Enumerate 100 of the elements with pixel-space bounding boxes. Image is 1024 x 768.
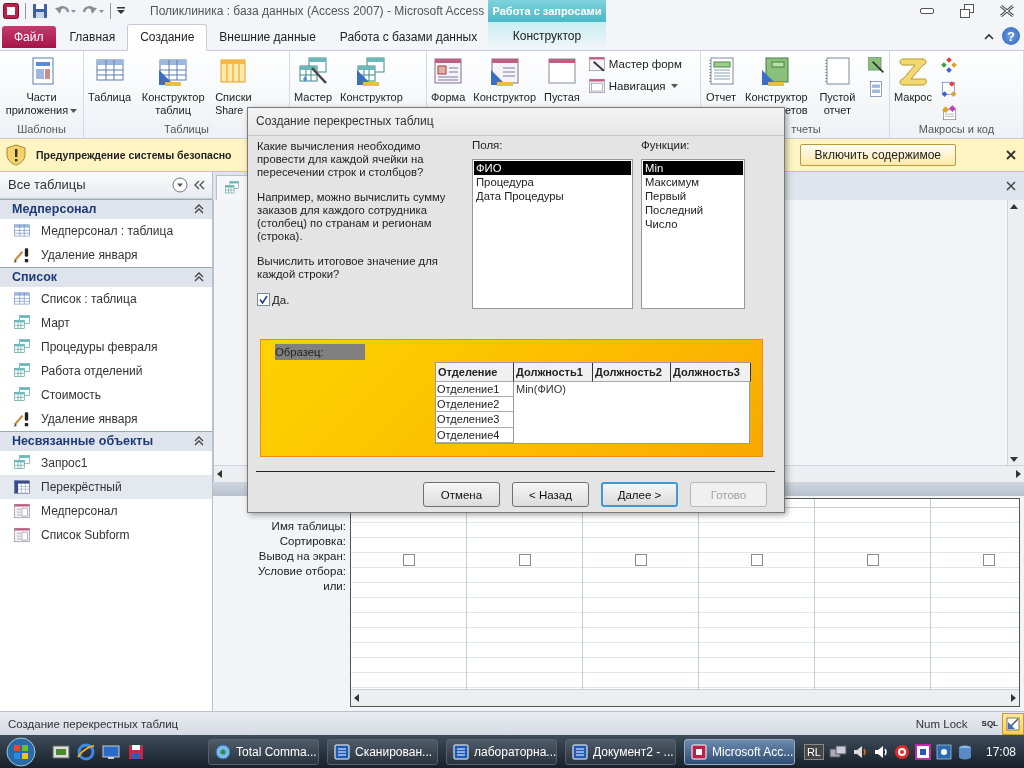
checkbox[interactable] <box>518 553 531 566</box>
minimize-icon[interactable] <box>920 7 934 15</box>
navigation-item[interactable]: Список Subform <box>0 522 212 547</box>
ribbon-tab[interactable]: Конструктор <box>488 22 606 50</box>
tray-app-icon[interactable] <box>935 743 952 760</box>
group-header[interactable]: Несвязанные объекты <box>0 430 212 451</box>
navigation-item[interactable]: Список : таблица <box>0 286 212 311</box>
module-icon[interactable] <box>939 104 958 122</box>
horizontal-scrollbar[interactable] <box>351 689 1019 707</box>
desktop-icon[interactable] <box>102 742 120 761</box>
navigation-item[interactable]: Процедуры февраля <box>0 334 212 359</box>
group-header[interactable]: Список <box>0 266 212 287</box>
close-icon[interactable] <box>1006 180 1016 191</box>
checkbox[interactable] <box>750 553 763 566</box>
target-icon[interactable] <box>893 743 910 760</box>
customize-icon[interactable] <box>117 7 125 15</box>
clock[interactable]: 17:08 <box>985 744 1016 759</box>
design-view-button[interactable] <box>1002 712 1024 735</box>
database-icon[interactable] <box>956 743 973 760</box>
diamonds-icon[interactable] <box>939 80 958 98</box>
navigation-item[interactable]: Март <box>0 310 212 335</box>
speaker-icon[interactable] <box>872 743 889 760</box>
dialog-button[interactable]: Далее > <box>601 482 678 507</box>
navigation-item[interactable]: Работа отделений <box>0 358 212 383</box>
list-item[interactable]: Число <box>643 217 743 231</box>
list-item[interactable]: Первый <box>643 189 743 203</box>
taskbar-button[interactable]: Total Comma... <box>208 738 319 765</box>
button-label: Конструктор таблиц <box>140 91 206 117</box>
list-item[interactable]: Максимум <box>643 175 743 189</box>
group-header[interactable]: Медперсонал <box>0 198 212 219</box>
navigation-item[interactable]: Запрос1 <box>0 450 212 475</box>
close-icon[interactable] <box>1006 149 1016 160</box>
collapse-icon[interactable] <box>194 272 204 283</box>
navigation-title[interactable]: Все таблицы <box>8 177 168 193</box>
form-design-icon <box>488 55 521 87</box>
group-title[interactable]: Медперсонал <box>12 202 97 217</box>
navigation-item[interactable]: Стоимость <box>0 382 212 407</box>
ribbon-button[interactable]: Мастер форм <box>587 55 682 73</box>
taskbar-button[interactable]: Документ2 - ... <box>565 738 676 765</box>
checkbox-label[interactable]: Да. <box>272 293 290 306</box>
collapse-icon[interactable] <box>194 204 204 215</box>
enable-content-button[interactable]: Включить содержимое <box>799 143 956 166</box>
checkbox[interactable] <box>257 293 270 306</box>
media-icon[interactable] <box>52 742 70 761</box>
start-button[interactable] <box>4 736 38 767</box>
document-icon <box>572 743 588 760</box>
navigation-form-icon <box>587 77 606 95</box>
language-indicator[interactable]: RL <box>803 743 824 760</box>
ribbon-button[interactable]: Конструктор таблиц <box>133 53 214 123</box>
taskbar-button[interactable]: лабораторна... <box>446 738 557 765</box>
checkbox[interactable] <box>402 553 415 566</box>
list-item[interactable]: Min <box>643 161 743 175</box>
app-icon[interactable] <box>3 3 19 19</box>
speaker-icon[interactable] <box>851 743 868 760</box>
ribbon-button[interactable]: Макрос <box>894 53 932 123</box>
file-tab[interactable]: Файл <box>2 26 56 48</box>
list-item[interactable]: Процедура <box>474 175 631 189</box>
checkbox[interactable] <box>634 553 647 566</box>
navigation-item[interactable]: Удаление января <box>0 242 212 267</box>
dropdown-icon[interactable] <box>172 176 188 193</box>
tray-app-icon[interactable] <box>914 743 931 760</box>
checkbox[interactable] <box>982 553 995 566</box>
collapse-ribbon-icon[interactable] <box>984 32 994 40</box>
row-label: или: <box>322 578 347 594</box>
vertical-scrollbar[interactable] <box>1007 199 1024 465</box>
diamonds-icon[interactable] <box>939 56 958 74</box>
ribbon-button[interactable]: Пустой отчет <box>815 53 859 123</box>
ribbon-tab[interactable]: Создание <box>127 24 208 51</box>
close-icon[interactable] <box>1000 5 1014 17</box>
floppy-icon[interactable] <box>127 742 145 761</box>
ribbon-tab[interactable]: Главная <box>57 25 128 50</box>
ribbon-tab[interactable]: Работа с базами данных <box>327 25 490 50</box>
restore-icon[interactable] <box>960 4 974 18</box>
document-tab[interactable] <box>216 174 248 200</box>
network-icon[interactable] <box>828 743 847 760</box>
group-title[interactable]: Список <box>12 270 58 285</box>
taskbar-button[interactable]: Microsoft Acc... <box>684 738 795 765</box>
dialog-button[interactable]: Отмена <box>423 482 500 507</box>
navigation-item[interactable]: Медперсонал : таблица <box>0 218 212 243</box>
browser-icon[interactable] <box>77 742 95 761</box>
group-title[interactable]: Несвязанные объекты <box>12 434 154 449</box>
ribbon-button[interactable]: Части приложения <box>4 53 79 123</box>
small-report-icon[interactable] <box>867 80 885 98</box>
dialog-button[interactable]: < Назад <box>512 482 589 507</box>
ribbon-button[interactable]: Таблица <box>88 53 132 123</box>
report-wand-icon[interactable] <box>867 56 885 74</box>
ribbon-button[interactable]: Навигация <box>587 77 682 95</box>
taskbar-button[interactable]: Сканирован... <box>327 738 438 765</box>
sql-view-button[interactable]: SQL <box>977 712 1002 735</box>
list-item[interactable]: Последний <box>643 203 743 217</box>
checkbox[interactable] <box>866 553 879 566</box>
list-item[interactable]: Дата Процедуры <box>474 189 631 203</box>
ribbon-tab[interactable]: Внешние данные <box>207 25 328 50</box>
navigation-item[interactable]: Медперсонал <box>0 498 212 523</box>
column-header: Отделение <box>436 363 514 382</box>
list-item[interactable]: ФИО <box>474 161 631 175</box>
navigation-item[interactable]: Перекрёстный <box>0 474 212 499</box>
navigation-item[interactable]: Удаление января <box>0 406 212 431</box>
save-icon[interactable] <box>32 3 48 19</box>
collapse-icon[interactable] <box>194 436 204 447</box>
